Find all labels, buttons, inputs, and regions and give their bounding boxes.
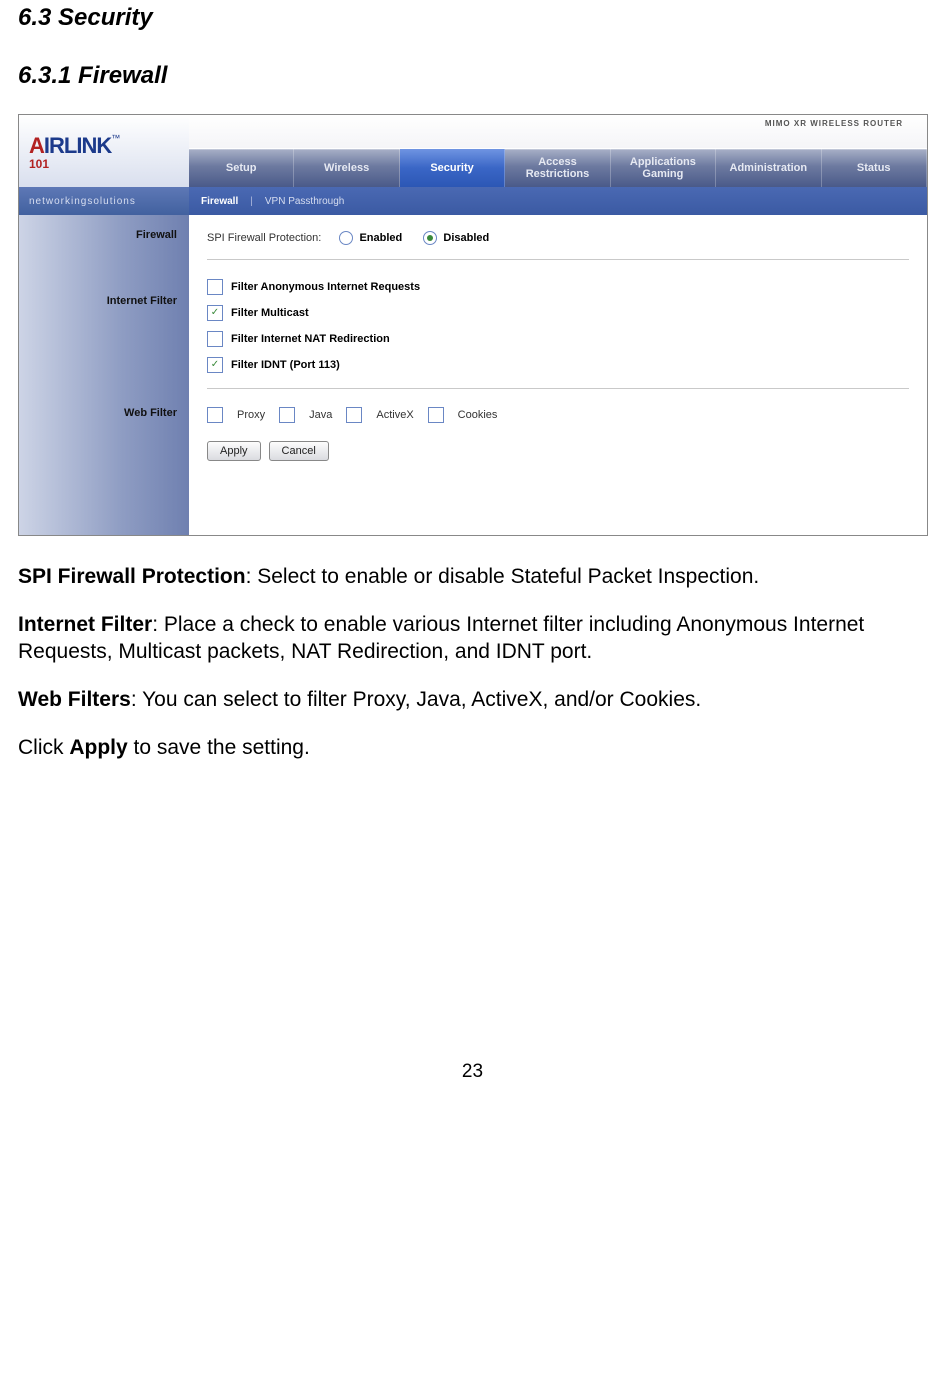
- checkbox-filter-idnt-label: Filter IDNT (Port 113): [231, 359, 340, 371]
- divider: [207, 259, 909, 260]
- tab-wireless[interactable]: Wireless: [294, 149, 399, 187]
- cancel-button[interactable]: Cancel: [269, 441, 329, 461]
- section-heading: 6.3 Security: [18, 4, 927, 32]
- checkbox-filter-idnt[interactable]: [207, 357, 223, 373]
- tab-strip: MIMO XR WIRELESS ROUTER Setup Wireless S…: [189, 115, 927, 187]
- desc-apply-bold: Apply: [69, 736, 127, 759]
- sub-navigation: networkingsolutions Firewall | VPN Passt…: [19, 187, 927, 215]
- content-panel: SPI Firewall Protection: Enabled Disable…: [189, 215, 927, 535]
- product-badge: MIMO XR WIRELESS ROUTER: [765, 119, 903, 128]
- checkbox-filter-anon[interactable]: [207, 279, 223, 295]
- sidebar: Firewall Internet Filter Web Filter: [19, 215, 189, 535]
- desc-spi: SPI Firewall Protection: Select to enabl…: [18, 564, 927, 590]
- tab-setup[interactable]: Setup: [189, 149, 294, 187]
- brand-tagline: networkingsolutions: [19, 187, 189, 215]
- desc-apply: Click Apply to save the setting.: [18, 735, 927, 761]
- logo-letter-a: A: [29, 133, 44, 158]
- apply-button[interactable]: Apply: [207, 441, 261, 461]
- desc-apply-pre: Click: [18, 736, 69, 759]
- checkbox-cookies[interactable]: [428, 407, 444, 423]
- checkbox-filter-nat-label: Filter Internet NAT Redirection: [231, 333, 390, 345]
- checkbox-filter-multicast-label: Filter Multicast: [231, 307, 309, 319]
- router-admin-screenshot: AIRLINK™ 101 MIMO XR WIRELESS ROUTER Set…: [18, 114, 928, 536]
- logo: AIRLINK™ 101: [19, 115, 189, 187]
- sidebar-label-firewall: Firewall: [19, 229, 177, 241]
- tab-security[interactable]: Security: [400, 149, 505, 187]
- subtab-firewall[interactable]: Firewall: [189, 196, 250, 207]
- checkbox-filter-nat[interactable]: [207, 331, 223, 347]
- desc-internet-filter: Internet Filter: Place a check to enable…: [18, 612, 927, 665]
- logo-sub: 101: [29, 159, 120, 169]
- radio-spi-enabled[interactable]: [339, 231, 353, 245]
- desc-spi-rest: : Select to enable or disable Stateful P…: [246, 565, 760, 588]
- sidebar-label-web-filter: Web Filter: [19, 407, 177, 419]
- checkbox-proxy-label: Proxy: [237, 409, 265, 421]
- subsection-heading: 6.3.1 Firewall: [18, 62, 927, 90]
- sidebar-label-internet-filter: Internet Filter: [19, 295, 177, 307]
- desc-wf-rest: : You can select to filter Proxy, Java, …: [131, 688, 701, 711]
- checkbox-activex-label: ActiveX: [376, 409, 413, 421]
- tab-applications-gaming[interactable]: Applications Gaming: [611, 149, 716, 187]
- checkbox-java[interactable]: [279, 407, 295, 423]
- checkbox-cookies-label: Cookies: [458, 409, 498, 421]
- page-number: 23: [18, 1061, 927, 1083]
- checkbox-filter-multicast[interactable]: [207, 305, 223, 321]
- divider-2: [207, 388, 909, 389]
- desc-spi-bold: SPI Firewall Protection: [18, 565, 246, 588]
- tab-access-restrictions[interactable]: Access Restrictions: [505, 149, 610, 187]
- radio-spi-enabled-label: Enabled: [359, 232, 402, 244]
- checkbox-java-label: Java: [309, 409, 332, 421]
- desc-if-bold: Internet Filter: [18, 613, 152, 636]
- desc-apply-post: to save the setting.: [128, 736, 310, 759]
- desc-wf-bold: Web Filters: [18, 688, 131, 711]
- logo-tm: ™: [111, 133, 120, 143]
- radio-spi-disabled-label: Disabled: [443, 232, 489, 244]
- checkbox-proxy[interactable]: [207, 407, 223, 423]
- logo-letter-rest: IRLINK: [44, 133, 111, 158]
- subtab-vpn-passthrough[interactable]: VPN Passthrough: [253, 196, 357, 207]
- tab-status[interactable]: Status: [822, 149, 927, 187]
- checkbox-activex[interactable]: [346, 407, 362, 423]
- spi-label: SPI Firewall Protection:: [207, 232, 321, 244]
- tab-administration[interactable]: Administration: [716, 149, 821, 187]
- header-strip: AIRLINK™ 101 MIMO XR WIRELESS ROUTER Set…: [19, 115, 927, 187]
- config-body: Firewall Internet Filter Web Filter SPI …: [19, 215, 927, 535]
- radio-spi-disabled[interactable]: [423, 231, 437, 245]
- checkbox-filter-anon-label: Filter Anonymous Internet Requests: [231, 281, 420, 293]
- desc-web-filters: Web Filters: You can select to filter Pr…: [18, 687, 927, 713]
